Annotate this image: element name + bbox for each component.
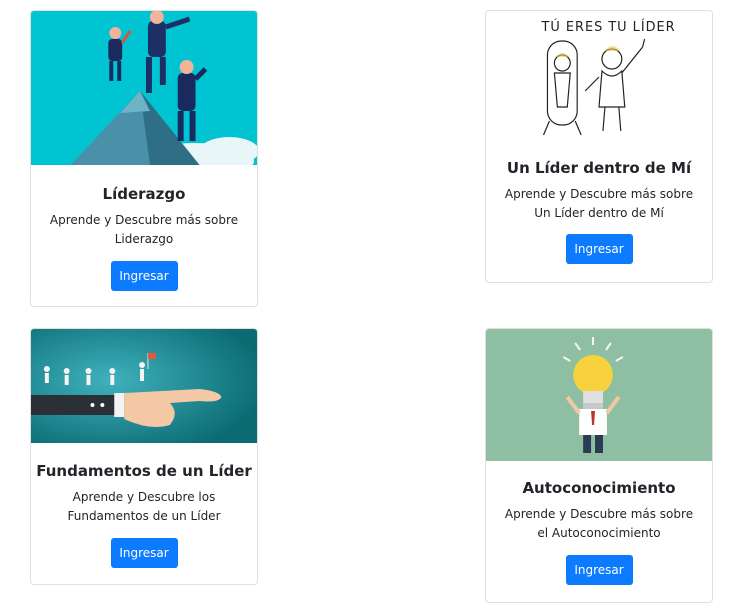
- lightbulb-head-person-image: [486, 329, 712, 461]
- card-text: Aprende y Descubre más sobre el Autocono…: [504, 507, 694, 540]
- tu-eres-tu-lider-image: TÚ ERES TU LÍDER: [486, 11, 712, 141]
- card-text: Aprende y Descubre más sobre Liderazgo: [49, 213, 239, 246]
- ingresar-button[interactable]: Ingresar: [565, 555, 633, 585]
- card-text: Aprende y Descubre más sobre Un Líder de…: [504, 187, 694, 220]
- ingresar-button[interactable]: Ingresar: [565, 234, 633, 264]
- ingresar-button[interactable]: Ingresar: [110, 261, 178, 291]
- card-title: Autoconocimiento: [522, 479, 676, 497]
- course-card-liderazgo: Líderazgo Aprende y Descubre más sobre L…: [30, 10, 258, 307]
- image-caption: TÚ ERES TU LÍDER: [541, 19, 676, 35]
- course-card-fundamentos-de-un-lider: Fundamentos de un Líder Aprende y Descub…: [30, 328, 258, 585]
- card-title: Fundamentos de un Líder: [36, 462, 252, 480]
- course-card-un-lider-dentro-de-mi: TÚ ERES TU LÍDER Un Líder dentro de Mí A…: [485, 10, 713, 283]
- card-title: Un Líder dentro de Mí: [506, 159, 692, 177]
- card-title: Líderazgo: [102, 185, 186, 203]
- business-team-mountain-image: [31, 11, 257, 165]
- hand-pointing-runners-image: [31, 329, 257, 443]
- course-card-autoconocimiento: Autoconocimiento Aprende y Descubre más …: [485, 328, 713, 603]
- ingresar-button[interactable]: Ingresar: [110, 538, 178, 568]
- card-text: Aprende y Descubre los Fundamentos de un…: [67, 490, 221, 523]
